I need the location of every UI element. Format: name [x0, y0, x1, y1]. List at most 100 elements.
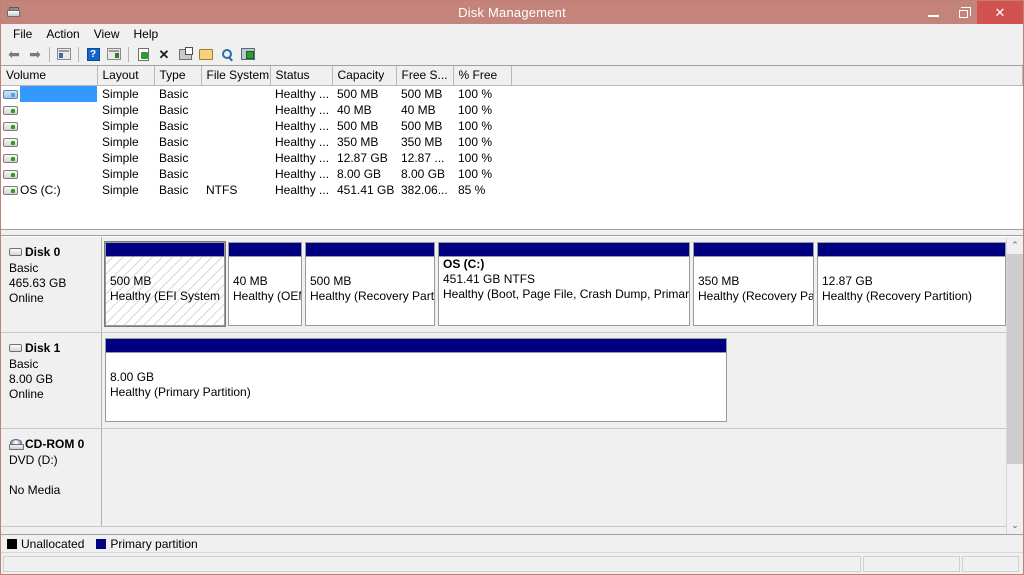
disk-name: Disk 1: [25, 341, 61, 355]
cell-percent-free: 85 %: [458, 183, 486, 197]
table-row[interactable]: Simple Basic Healthy ... 350 MB 350 MB 100 %: [1, 134, 1023, 150]
up-one-level-icon[interactable]: [54, 44, 74, 64]
cell-filler: [511, 102, 1023, 118]
partition-details: 500 MBHealthy (Recovery Partition): [306, 257, 434, 325]
partition-block[interactable]: 8.00 GB Healthy (Primary Partition): [105, 338, 727, 422]
help-icon[interactable]: ?: [83, 44, 103, 64]
column-header-file-system[interactable]: File System: [201, 66, 271, 86]
table-row[interactable]: Simple Basic Healthy ... 500 MB 500 MB 100 %: [1, 86, 1023, 103]
table-row[interactable]: Simple Basic Healthy ... 12.87 GB 12.87 ... 1…: [1, 150, 1023, 166]
scrollbar-thumb[interactable]: [1007, 254, 1023, 464]
back-arrow-icon[interactable]: ⬅: [4, 44, 24, 64]
cell-file-system: NTFS: [206, 183, 238, 197]
partition-status: Healthy (OEM Partition): [233, 289, 301, 303]
volume-drive-icon: [3, 121, 18, 131]
cell-file-system: [201, 102, 270, 118]
disk-info-panel[interactable]: CD-ROM 0 DVD (D:) No Media: [1, 429, 102, 526]
volume-list-pane[interactable]: Volume Layout Type File System Status Ca…: [1, 65, 1023, 229]
cell-free-space: 40 MB: [401, 103, 436, 117]
scroll-down-button[interactable]: ⌄: [1007, 517, 1023, 534]
volume-drive-icon: [3, 169, 18, 179]
menu-item-file[interactable]: File: [6, 26, 39, 42]
disk-type: Basic: [9, 261, 39, 275]
partition-type-bar: [694, 243, 813, 257]
cell-filler: [511, 150, 1023, 166]
cell-status: Healthy ...: [275, 119, 330, 133]
cell-type: Basic: [159, 119, 189, 133]
partition-block[interactable]: 40 MBHealthy (OEM Partition): [228, 242, 302, 326]
disk-info-panel[interactable]: Disk 1 Basic 8.00 GB Online: [1, 333, 102, 428]
cell-volume[interactable]: [1, 166, 97, 182]
table-row[interactable]: Simple Basic Healthy ... 40 MB 40 MB 100 %: [1, 102, 1023, 118]
disk-info-panel[interactable]: Disk 0 Basic 465.63 GB Online: [1, 237, 102, 332]
column-header-layout[interactable]: Layout: [97, 66, 155, 86]
table-row[interactable]: Simple Basic Healthy ... 500 MB 500 MB 100 %: [1, 118, 1023, 134]
volume-table: Volume Layout Type File System Status Ca…: [1, 66, 1023, 198]
column-header-free-space[interactable]: Free S...: [396, 66, 454, 86]
toolbar-separator: [49, 46, 50, 62]
scroll-up-button[interactable]: ⌃: [1007, 237, 1023, 254]
menu-item-help[interactable]: Help: [127, 26, 166, 42]
partition-status: Healthy (EFI System Partition): [110, 289, 224, 303]
column-header-volume[interactable]: Volume: [1, 66, 98, 86]
partition-block[interactable]: 12.87 GB Healthy (Recovery Partition): [817, 242, 1006, 326]
all-tasks-icon[interactable]: [238, 44, 258, 64]
column-header-capacity[interactable]: Capacity: [332, 66, 397, 86]
pane-splitter[interactable]: [1, 229, 1023, 236]
cell-capacity: 12.87 GB: [337, 151, 388, 165]
partition-block[interactable]: OS (C:) 451.41 GB NTFS Healthy (Boot, Page…: [438, 242, 690, 326]
properties-icon[interactable]: [175, 44, 195, 64]
show-hide-console-tree-icon[interactable]: [104, 44, 124, 64]
cell-free-space: 350 MB: [401, 135, 443, 149]
cell-volume[interactable]: [1, 134, 97, 150]
close-button[interactable]: ✕: [977, 1, 1023, 24]
cell-layout: Simple: [102, 167, 139, 181]
refresh-icon[interactable]: [133, 44, 153, 64]
rescan-disks-icon[interactable]: [217, 44, 237, 64]
cell-volume[interactable]: [1, 118, 97, 134]
graphical-view-scrollbar[interactable]: ⌃ ⌄: [1006, 237, 1023, 534]
partition-block[interactable]: 500 MBHealthy (EFI System Partition): [104, 241, 226, 327]
cell-percent-free: 100 %: [458, 87, 493, 101]
cell-type: Basic: [159, 135, 189, 149]
cell-percent-free: 100 %: [458, 119, 493, 133]
table-row[interactable]: Simple Basic Healthy ... 8.00 GB 8.00 GB 100 …: [1, 166, 1023, 182]
cell-layout: Simple: [102, 183, 139, 197]
disk-type: Basic: [9, 357, 39, 371]
disk-size: 8.00 GB: [9, 372, 54, 386]
open-icon[interactable]: [196, 44, 216, 64]
partition-size: 12.87 GB: [822, 274, 873, 288]
column-header-type[interactable]: Type: [154, 66, 202, 86]
disk-row: Disk 0 Basic 465.63 GB Online 500 MB Healthy …: [1, 237, 1006, 333]
cell-volume[interactable]: [1, 102, 97, 118]
restore-button[interactable]: [948, 1, 977, 24]
cell-volume[interactable]: [1, 86, 97, 102]
cell-volume[interactable]: OS (C:): [1, 182, 97, 198]
partition-size: 451.41 GB NTFS: [443, 272, 536, 286]
partition-block[interactable]: 350 MBHealthy (Recovery Partition): [693, 242, 814, 326]
status-bar: [1, 552, 1023, 574]
forward-arrow-icon[interactable]: ➡: [25, 44, 45, 64]
legend-label-unallocated: Unallocated: [21, 536, 85, 551]
partition-block[interactable]: 500 MBHealthy (Recovery Partition): [305, 242, 435, 326]
column-header-status[interactable]: Status: [270, 66, 333, 86]
window-title: Disk Management: [458, 5, 566, 20]
status-pane-3: [962, 556, 1019, 572]
cell-free-space: 500 MB: [401, 87, 443, 101]
delete-icon[interactable]: ✕: [154, 44, 174, 64]
toolbar: ⬅ ➡ ? ✕: [1, 43, 1023, 65]
cell-layout: Simple: [102, 135, 139, 149]
cell-status: Healthy ...: [275, 183, 330, 197]
empty-media-area: [102, 429, 1006, 526]
volume-label: OS (C:): [20, 183, 61, 197]
table-row[interactable]: OS (C:) Simple Basic NTFS Healthy ... 451.41 …: [1, 182, 1023, 198]
menu-item-action[interactable]: Action: [39, 26, 86, 42]
scrollbar-track[interactable]: [1007, 254, 1023, 517]
column-header-percent-free[interactable]: % Free: [453, 66, 512, 86]
cell-volume[interactable]: [1, 150, 97, 166]
partition-details: 40 MBHealthy (OEM Partition): [229, 257, 301, 325]
cell-filler: [511, 86, 1023, 103]
minimize-button[interactable]: [919, 1, 948, 24]
partition-status: Healthy (Recovery Partition): [822, 289, 973, 303]
menu-item-view[interactable]: View: [87, 26, 127, 42]
